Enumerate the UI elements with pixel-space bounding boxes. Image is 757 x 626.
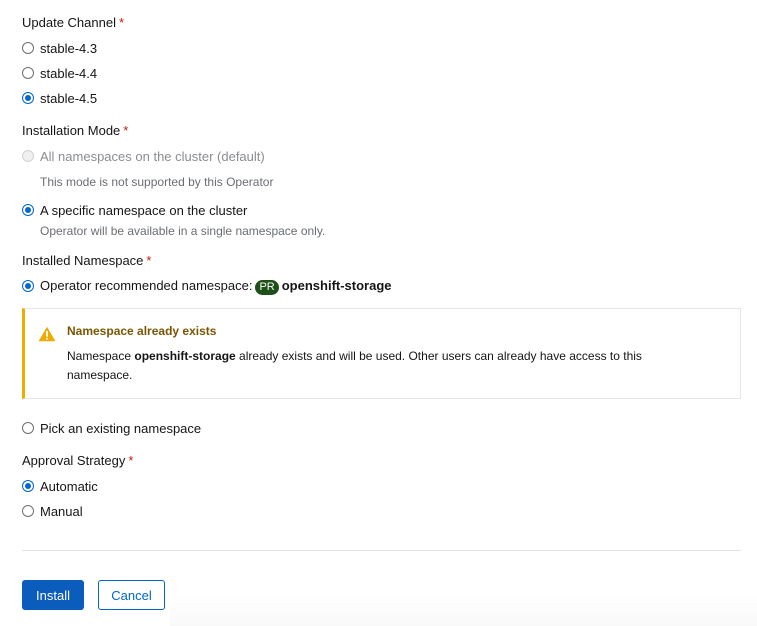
help-text: This mode is not supported by this Opera… [40,175,274,189]
radio-label: All namespaces on the cluster (default) [40,148,265,164]
radio-button[interactable] [22,67,34,79]
radio-label: Operator recommended namespace: PR openshi… [40,277,392,295]
divider [22,550,741,551]
radio-button[interactable] [22,280,34,292]
radio-stable-4-5[interactable]: stable-4.5 [22,89,97,107]
radio-label: stable-4.5 [40,90,98,106]
radio-all-namespaces: All namespaces on the cluster (default) [22,147,265,165]
radio-label: Manual [40,503,83,519]
required-mark: * [128,453,134,468]
radio-stable-4-3[interactable]: stable-4.3 [22,39,97,57]
update-channel-label: Update Channel * [22,15,125,30]
install-button[interactable]: Install [22,580,84,610]
radio-specific-namespace[interactable]: A specific namespace on the cluster [22,201,247,219]
installation-mode-label: Installation Mode * [22,123,129,138]
radio-automatic[interactable]: Automatic [22,477,98,495]
radio-button [22,150,34,162]
cancel-button[interactable]: Cancel [98,580,165,610]
bottom-shadow [170,596,757,626]
radio-label: Pick an existing namespace [40,420,202,436]
required-mark: * [123,123,129,138]
radio-label: stable-4.4 [40,65,98,81]
radio-stable-4-4[interactable]: stable-4.4 [22,64,97,82]
radio-label: Automatic [40,478,98,494]
radio-pick-existing-namespace[interactable]: Pick an existing namespace [22,419,201,437]
required-mark: * [146,253,152,268]
alert-namespace: openshift-storage [134,349,236,363]
radio-label: stable-4.3 [40,40,98,56]
radio-button[interactable] [22,42,34,54]
installed-namespace-label: Installed Namespace * [22,253,152,268]
radio-manual[interactable]: Manual [22,502,83,520]
radio-button[interactable] [22,92,34,104]
radio-button[interactable] [22,505,34,517]
warning-triangle-icon [38,326,56,342]
alert-body: Namespace openshift-storage already exis… [67,349,642,382]
radio-button[interactable] [22,480,34,492]
project-badge: PR [255,279,279,295]
namespace-exists-alert: Namespace already exists Namespace opens… [22,308,741,399]
help-text: Operator will be available in a single n… [40,224,326,238]
alert-title: Namespace already exists [67,324,217,338]
radio-recommended-namespace[interactable]: Operator recommended namespace: PR openshi… [22,277,392,295]
radio-label: A specific namespace on the cluster [40,202,248,218]
approval-strategy-label: Approval Strategy * [22,453,134,468]
radio-button[interactable] [22,422,34,434]
namespace-name: openshift-storage [281,277,392,293]
radio-button[interactable] [22,204,34,216]
required-mark: * [118,15,125,30]
